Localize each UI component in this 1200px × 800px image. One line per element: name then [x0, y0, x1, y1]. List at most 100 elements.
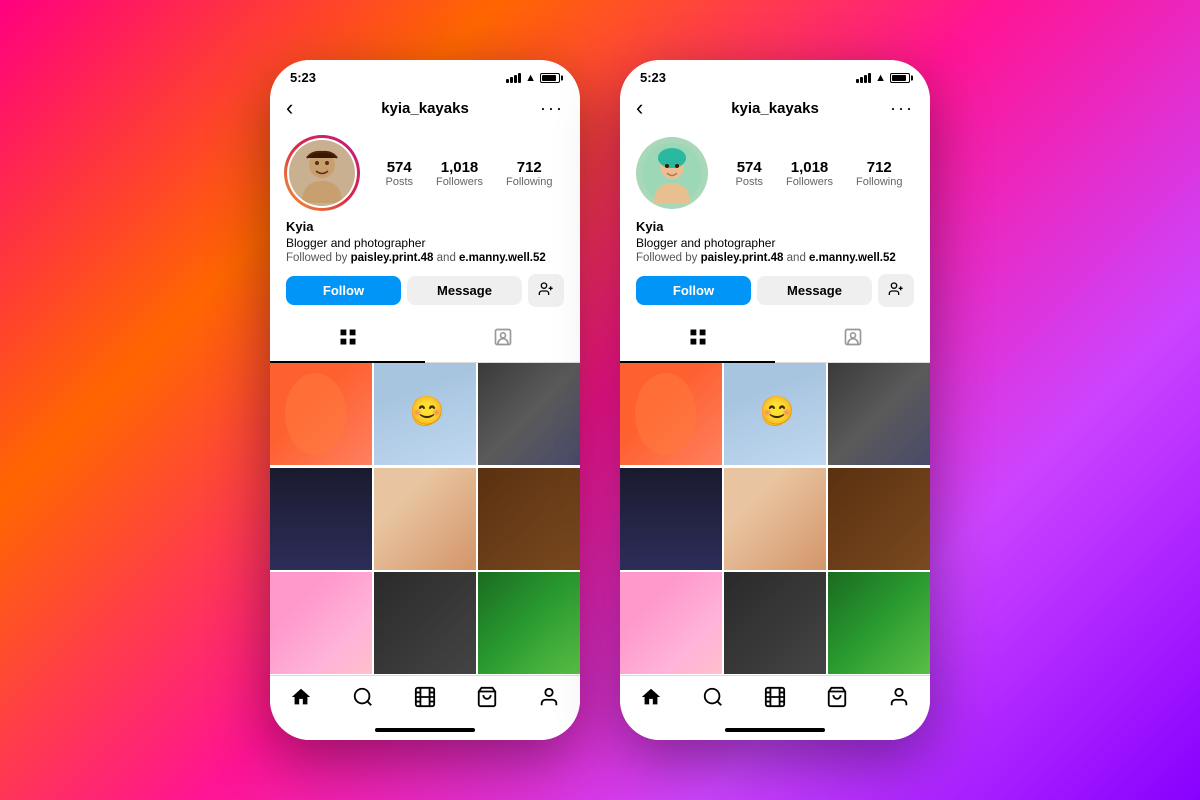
grid-cell-2-6[interactable]	[828, 468, 930, 570]
stat-following-label-1: Following	[506, 176, 552, 188]
grid-cell-1-8[interactable]	[374, 572, 476, 674]
photo-1-3	[478, 363, 580, 465]
tab-tagged-1[interactable]	[425, 317, 580, 362]
grid-cell-1-9[interactable]	[478, 572, 580, 674]
photo-2-3	[828, 363, 930, 465]
username-2: kyia_kayaks	[731, 100, 819, 117]
home-bar-2	[725, 728, 825, 732]
message-button-1[interactable]: Message	[407, 276, 522, 305]
bio-text-1: Blogger and photographer	[286, 236, 564, 250]
tagged-icon-1	[493, 327, 513, 352]
stat-followers-2[interactable]: 1,018 Followers	[786, 159, 833, 188]
nav-profile-1[interactable]	[538, 686, 560, 714]
bio-name-2: Kyia	[636, 219, 914, 234]
wifi-icon-2: ▲	[875, 72, 886, 84]
grid-cell-1-3[interactable]	[478, 363, 580, 465]
stat-following-number-2: 712	[856, 159, 902, 176]
stat-posts-label-2: Posts	[735, 176, 763, 188]
tab-tagged-2[interactable]	[775, 317, 930, 362]
grid-cell-2-1[interactable]	[620, 363, 722, 465]
status-icons-2: ▲	[856, 72, 910, 84]
photo-2-6	[828, 468, 930, 570]
photo-2-5	[724, 468, 826, 570]
photo-2-8	[724, 572, 826, 674]
grid-cell-2-4[interactable]	[620, 468, 722, 570]
grid-cell-2-8[interactable]	[724, 572, 826, 674]
tab-grid-1[interactable]	[270, 317, 425, 362]
nav-home-1[interactable]	[290, 686, 312, 714]
avatar-face-2	[636, 137, 708, 209]
stat-followers-label-2: Followers	[786, 176, 833, 188]
nav-shop-2[interactable]	[826, 686, 848, 714]
photo-1-7	[270, 572, 372, 674]
phone-2: 5:23 ▲ ‹ kyia_kayaks ···	[620, 60, 930, 740]
grid-cell-1-4[interactable]	[270, 468, 372, 570]
grid-icon-1	[338, 327, 358, 352]
grid-cell-2-7[interactable]	[620, 572, 722, 674]
nav-home-2[interactable]	[640, 686, 662, 714]
avatar-circle-2	[636, 137, 708, 209]
back-button-2[interactable]: ‹	[636, 95, 660, 121]
add-user-button-1[interactable]	[528, 274, 564, 307]
action-buttons-2: Follow Message	[636, 274, 914, 307]
followed-user2-1: e.manny.well.52	[459, 252, 546, 264]
grid-cell-2-2[interactable]: 😊	[724, 363, 826, 465]
grid-cell-1-6[interactable]	[478, 468, 580, 570]
message-button-2[interactable]: Message	[757, 276, 872, 305]
stat-following-1[interactable]: 712 Following	[506, 159, 552, 188]
photo-1-6	[478, 468, 580, 570]
profile-section-2: 574 Posts 1,018 Followers 712 Following …	[620, 129, 930, 317]
photo-1-8	[374, 572, 476, 674]
photo-grid-2: 😊	[620, 363, 930, 675]
grid-cell-2-5[interactable]	[724, 468, 826, 570]
stat-following-2[interactable]: 712 Following	[856, 159, 902, 188]
photo-1-5	[374, 468, 476, 570]
stat-posts-number-1: 574	[385, 159, 413, 176]
nav-profile-2[interactable]	[888, 686, 910, 714]
battery-icon-1	[540, 73, 560, 83]
nav-reels-1[interactable]	[414, 686, 436, 714]
stats-2: 574 Posts 1,018 Followers 712 Following	[724, 159, 914, 188]
follow-button-1[interactable]: Follow	[286, 276, 401, 305]
photo-2-4	[620, 468, 722, 570]
back-button-1[interactable]: ‹	[286, 95, 310, 121]
stat-followers-label-1: Followers	[436, 176, 483, 188]
avatar-2	[636, 137, 708, 209]
more-button-1[interactable]: ···	[540, 98, 564, 119]
grid-cell-1-2[interactable]: 😊	[374, 363, 476, 465]
photo-2-1	[620, 363, 722, 465]
avatar-face-1	[289, 140, 355, 206]
stat-followers-number-1: 1,018	[436, 159, 483, 176]
stat-posts-label-1: Posts	[385, 176, 413, 188]
tab-grid-2[interactable]	[620, 317, 775, 362]
stat-posts-number-2: 574	[735, 159, 763, 176]
grid-cell-1-1[interactable]	[270, 363, 372, 465]
grid-icon-2	[688, 327, 708, 352]
grid-cell-1-5[interactable]	[374, 468, 476, 570]
photo-2-7	[620, 572, 722, 674]
add-user-button-2[interactable]	[878, 274, 914, 307]
nav-search-2[interactable]	[702, 686, 724, 714]
grid-cell-2-3[interactable]	[828, 363, 930, 465]
nav-shop-1[interactable]	[476, 686, 498, 714]
more-button-2[interactable]: ···	[890, 98, 914, 119]
status-bar-2: 5:23 ▲	[620, 60, 930, 89]
followed-user1-2: paisley.print.48	[701, 252, 784, 264]
stat-followers-1[interactable]: 1,018 Followers	[436, 159, 483, 188]
nav-reels-2[interactable]	[764, 686, 786, 714]
grid-cell-1-7[interactable]	[270, 572, 372, 674]
photo-1-1	[270, 363, 372, 465]
grid-cell-2-9[interactable]	[828, 572, 930, 674]
photo-2-2: 😊	[724, 363, 826, 465]
follow-button-2[interactable]: Follow	[636, 276, 751, 305]
status-time-1: 5:23	[290, 70, 316, 85]
tagged-icon-2	[843, 327, 863, 352]
status-bar-1: 5:23 ▲	[270, 60, 580, 89]
nav-search-1[interactable]	[352, 686, 374, 714]
stat-posts-2[interactable]: 574 Posts	[735, 159, 763, 188]
photo-1-9	[478, 572, 580, 674]
stat-followers-number-2: 1,018	[786, 159, 833, 176]
stat-following-label-2: Following	[856, 176, 902, 188]
header-2: ‹ kyia_kayaks ···	[620, 89, 930, 129]
stat-posts-1[interactable]: 574 Posts	[385, 159, 413, 188]
